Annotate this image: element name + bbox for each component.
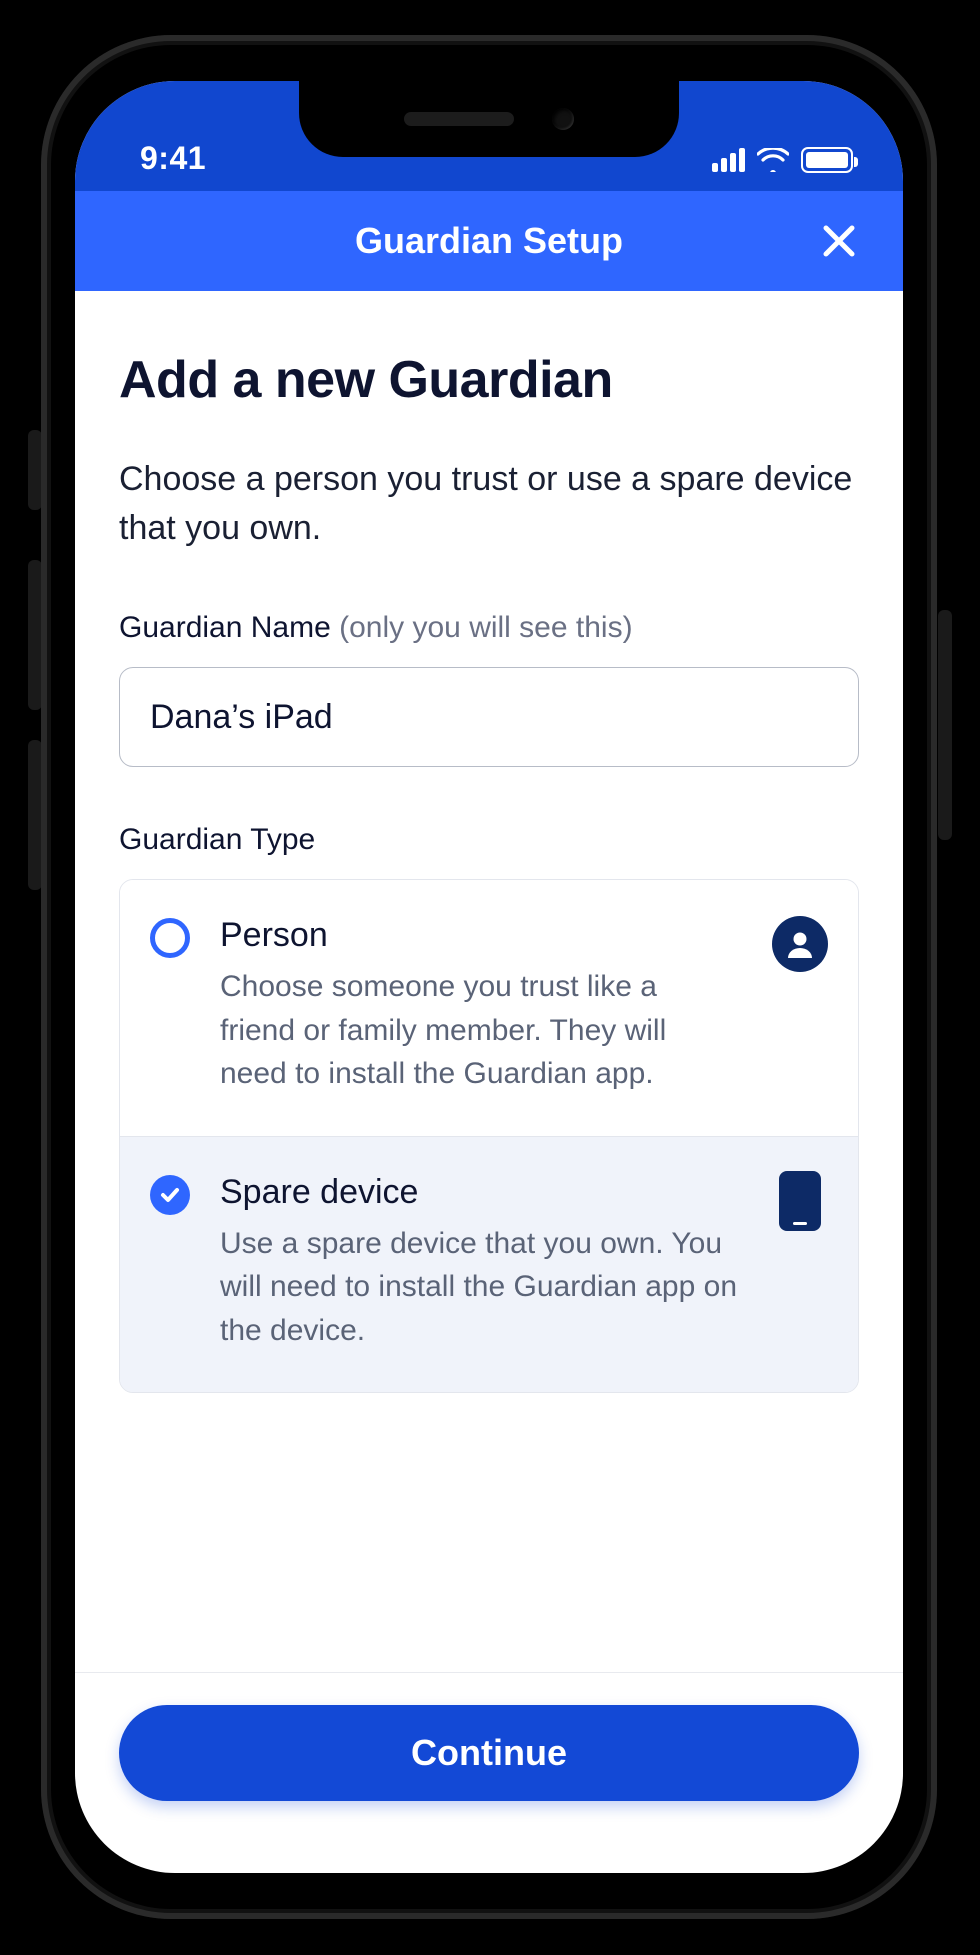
device-speaker [404, 112, 514, 126]
radio-unchecked-icon [150, 918, 190, 958]
option-person[interactable]: Person Choose someone you trust like a f… [120, 880, 858, 1136]
option-person-body: Person Choose someone you trust like a f… [220, 916, 742, 1096]
option-spare-device-title: Spare device [220, 1173, 742, 1212]
guardian-type-label: Guardian Type [119, 823, 859, 857]
phone-frame: 9:41 Guardian Setup [41, 35, 937, 1919]
cellular-signal-icon [712, 148, 745, 172]
option-person-title: Person [220, 916, 742, 955]
guardian-name-hint: (only you will see this) [339, 611, 632, 644]
screen: 9:41 Guardian Setup [75, 81, 903, 1873]
continue-button[interactable]: Continue [119, 1705, 859, 1801]
option-spare-device[interactable]: Spare device Use a spare device that you… [120, 1136, 858, 1393]
guardian-name-label-text: Guardian Name [119, 611, 331, 644]
nav-header: Guardian Setup [75, 191, 903, 291]
smartphone-icon [772, 1173, 828, 1229]
footer: Continue [75, 1672, 903, 1873]
close-button[interactable] [817, 219, 861, 263]
device-volume-up [28, 560, 42, 710]
option-person-desc: Choose someone you trust like a friend o… [220, 965, 742, 1096]
option-spare-device-body: Spare device Use a spare device that you… [220, 1173, 742, 1353]
page-title: Add a new Guardian [119, 351, 859, 411]
device-front-camera [552, 108, 574, 130]
option-spare-device-desc: Use a spare device that you own. You wil… [220, 1222, 742, 1353]
nav-title: Guardian Setup [355, 220, 623, 262]
content-area: Add a new Guardian Choose a person you t… [75, 291, 903, 1672]
device-volume-down [28, 740, 42, 890]
radio-checked-icon [150, 1175, 190, 1215]
close-icon [822, 224, 856, 258]
guardian-name-label: Guardian Name (only you will see this) [119, 611, 859, 645]
page-subtitle: Choose a person you trust or use a spare… [119, 455, 859, 554]
device-notch [299, 81, 679, 157]
battery-full-icon [801, 147, 853, 173]
status-time: 9:41 [140, 140, 206, 177]
status-icons [712, 147, 853, 177]
wifi-icon [757, 148, 789, 172]
device-power-button [938, 610, 952, 840]
guardian-name-input[interactable] [119, 667, 859, 767]
person-circle-icon [772, 916, 828, 972]
guardian-type-options: Person Choose someone you trust like a f… [119, 879, 859, 1393]
device-mute-switch [28, 430, 42, 510]
